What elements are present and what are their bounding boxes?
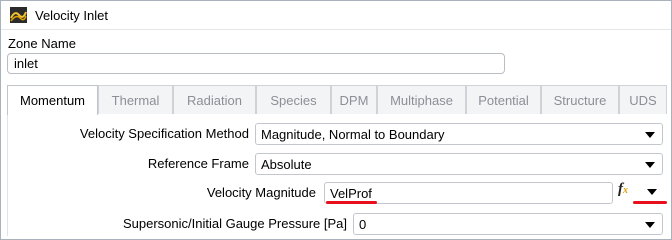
tab-label: Structure [553, 92, 607, 108]
velocity-spec-method-select[interactable]: Magnitude, Normal to Boundary [255, 123, 663, 145]
velocity-inlet-dialog: Velocity Inlet Zone Name Momentum Therma… [0, 0, 672, 240]
reference-frame-label: Reference Frame [147, 156, 249, 171]
tab-label: Potential [478, 92, 529, 108]
tab-radiation[interactable]: Radiation [173, 85, 256, 114]
reference-frame-value: Absolute [261, 157, 312, 172]
tab-multiphase[interactable]: Multiphase [377, 85, 466, 114]
tab-species[interactable]: Species [256, 85, 331, 114]
velocity-spec-method-label: Velocity Specification Method [79, 126, 249, 141]
annotation-underline-dropdown [633, 201, 667, 204]
chevron-down-icon[interactable] [647, 189, 657, 195]
tab-structure[interactable]: Structure [541, 85, 619, 114]
dialog-title: Velocity Inlet [35, 8, 108, 23]
chevron-down-icon [645, 162, 655, 168]
zone-name-label: Zone Name [8, 36, 76, 51]
tab-label: Momentum [19, 93, 86, 108]
tab-potential[interactable]: Potential [466, 85, 541, 114]
annotation-underline-value [326, 201, 377, 204]
tab-uds[interactable]: UDS [619, 85, 667, 114]
velocity-spec-method-value: Magnitude, Normal to Boundary [261, 127, 445, 142]
tab-thermal[interactable]: Thermal [98, 85, 173, 114]
chevron-down-icon [645, 132, 655, 138]
reference-frame-select[interactable]: Absolute [255, 153, 663, 175]
tab-label: Thermal [111, 92, 160, 108]
fluent-app-icon [10, 7, 27, 23]
velocity-magnitude-value: VelProf [330, 186, 372, 201]
expression-fx-icon[interactable]: fx [618, 181, 636, 201]
tab-bar: Momentum Thermal Radiation Species DPM M… [7, 85, 667, 115]
gauge-pressure-select[interactable]: 0 [353, 213, 663, 235]
tab-label: Radiation [187, 92, 242, 108]
chevron-down-icon [645, 222, 655, 228]
velocity-magnitude-label: Velocity Magnitude [206, 185, 316, 200]
tab-label: Species [270, 92, 317, 108]
tab-label: DPM [339, 92, 369, 108]
tab-label: UDS [629, 92, 657, 108]
gauge-pressure-label: Supersonic/Initial Gauge Pressure [Pa] [122, 216, 347, 231]
tab-dpm[interactable]: DPM [331, 85, 377, 114]
tab-momentum[interactable]: Momentum [7, 85, 98, 115]
title-bar: Velocity Inlet [1, 1, 671, 30]
tab-label: Multiphase [390, 92, 453, 108]
zone-name-input[interactable] [7, 53, 505, 74]
gauge-pressure-value: 0 [359, 217, 367, 232]
